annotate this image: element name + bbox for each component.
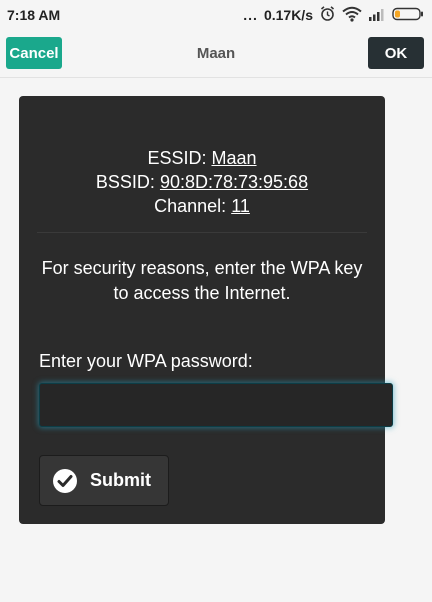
bssid-label: BSSID:	[95, 172, 155, 192]
password-label: Enter your WPA password:	[39, 351, 253, 371]
essid-label: ESSID:	[147, 148, 207, 168]
battery-icon	[392, 7, 424, 24]
security-message-line1: For security reasons, enter the WPA key	[41, 258, 363, 278]
security-message: For security reasons, enter the WPA key …	[39, 256, 365, 306]
essid-row: ESSID: Maan	[19, 146, 385, 170]
essid-value[interactable]: Maan	[212, 148, 257, 168]
channel-value[interactable]: 11	[231, 196, 250, 216]
check-icon	[53, 468, 77, 493]
more-dots: ...	[243, 7, 258, 23]
status-time: 7:18 AM	[7, 7, 61, 23]
status-bar: 7:18 AM ... 0.17K/s	[0, 0, 432, 30]
alarm-icon	[319, 5, 336, 25]
submit-button[interactable]: Submit	[39, 455, 169, 506]
ok-button[interactable]: OK	[368, 37, 424, 69]
wifi-icon	[342, 6, 362, 25]
bssid-value[interactable]: 90:8D:78:73:95:68	[160, 172, 308, 192]
bssid-row: BSSID: 90:8D:78:73:95:68	[19, 170, 385, 194]
wpa-login-panel: ESSID: Maan BSSID: 90:8D:78:73:95:68 Cha…	[19, 96, 393, 524]
network-speed: 0.17K/s	[263, 7, 313, 23]
cancel-button[interactable]: Cancel	[6, 37, 62, 69]
password-input[interactable]	[39, 383, 393, 427]
submit-label: Submit	[90, 470, 151, 490]
signal-icon	[368, 7, 386, 24]
security-message-line2: to access the Internet.	[113, 283, 291, 303]
channel-label: Channel:	[154, 196, 227, 216]
channel-row: Channel: 11	[19, 194, 385, 218]
title-bar: Cancel Maan OK	[0, 30, 432, 78]
divider	[37, 232, 367, 233]
status-indicators: ... 0.17K/s	[243, 5, 424, 25]
network-info: ESSID: Maan BSSID: 90:8D:78:73:95:68 Cha…	[19, 146, 385, 218]
